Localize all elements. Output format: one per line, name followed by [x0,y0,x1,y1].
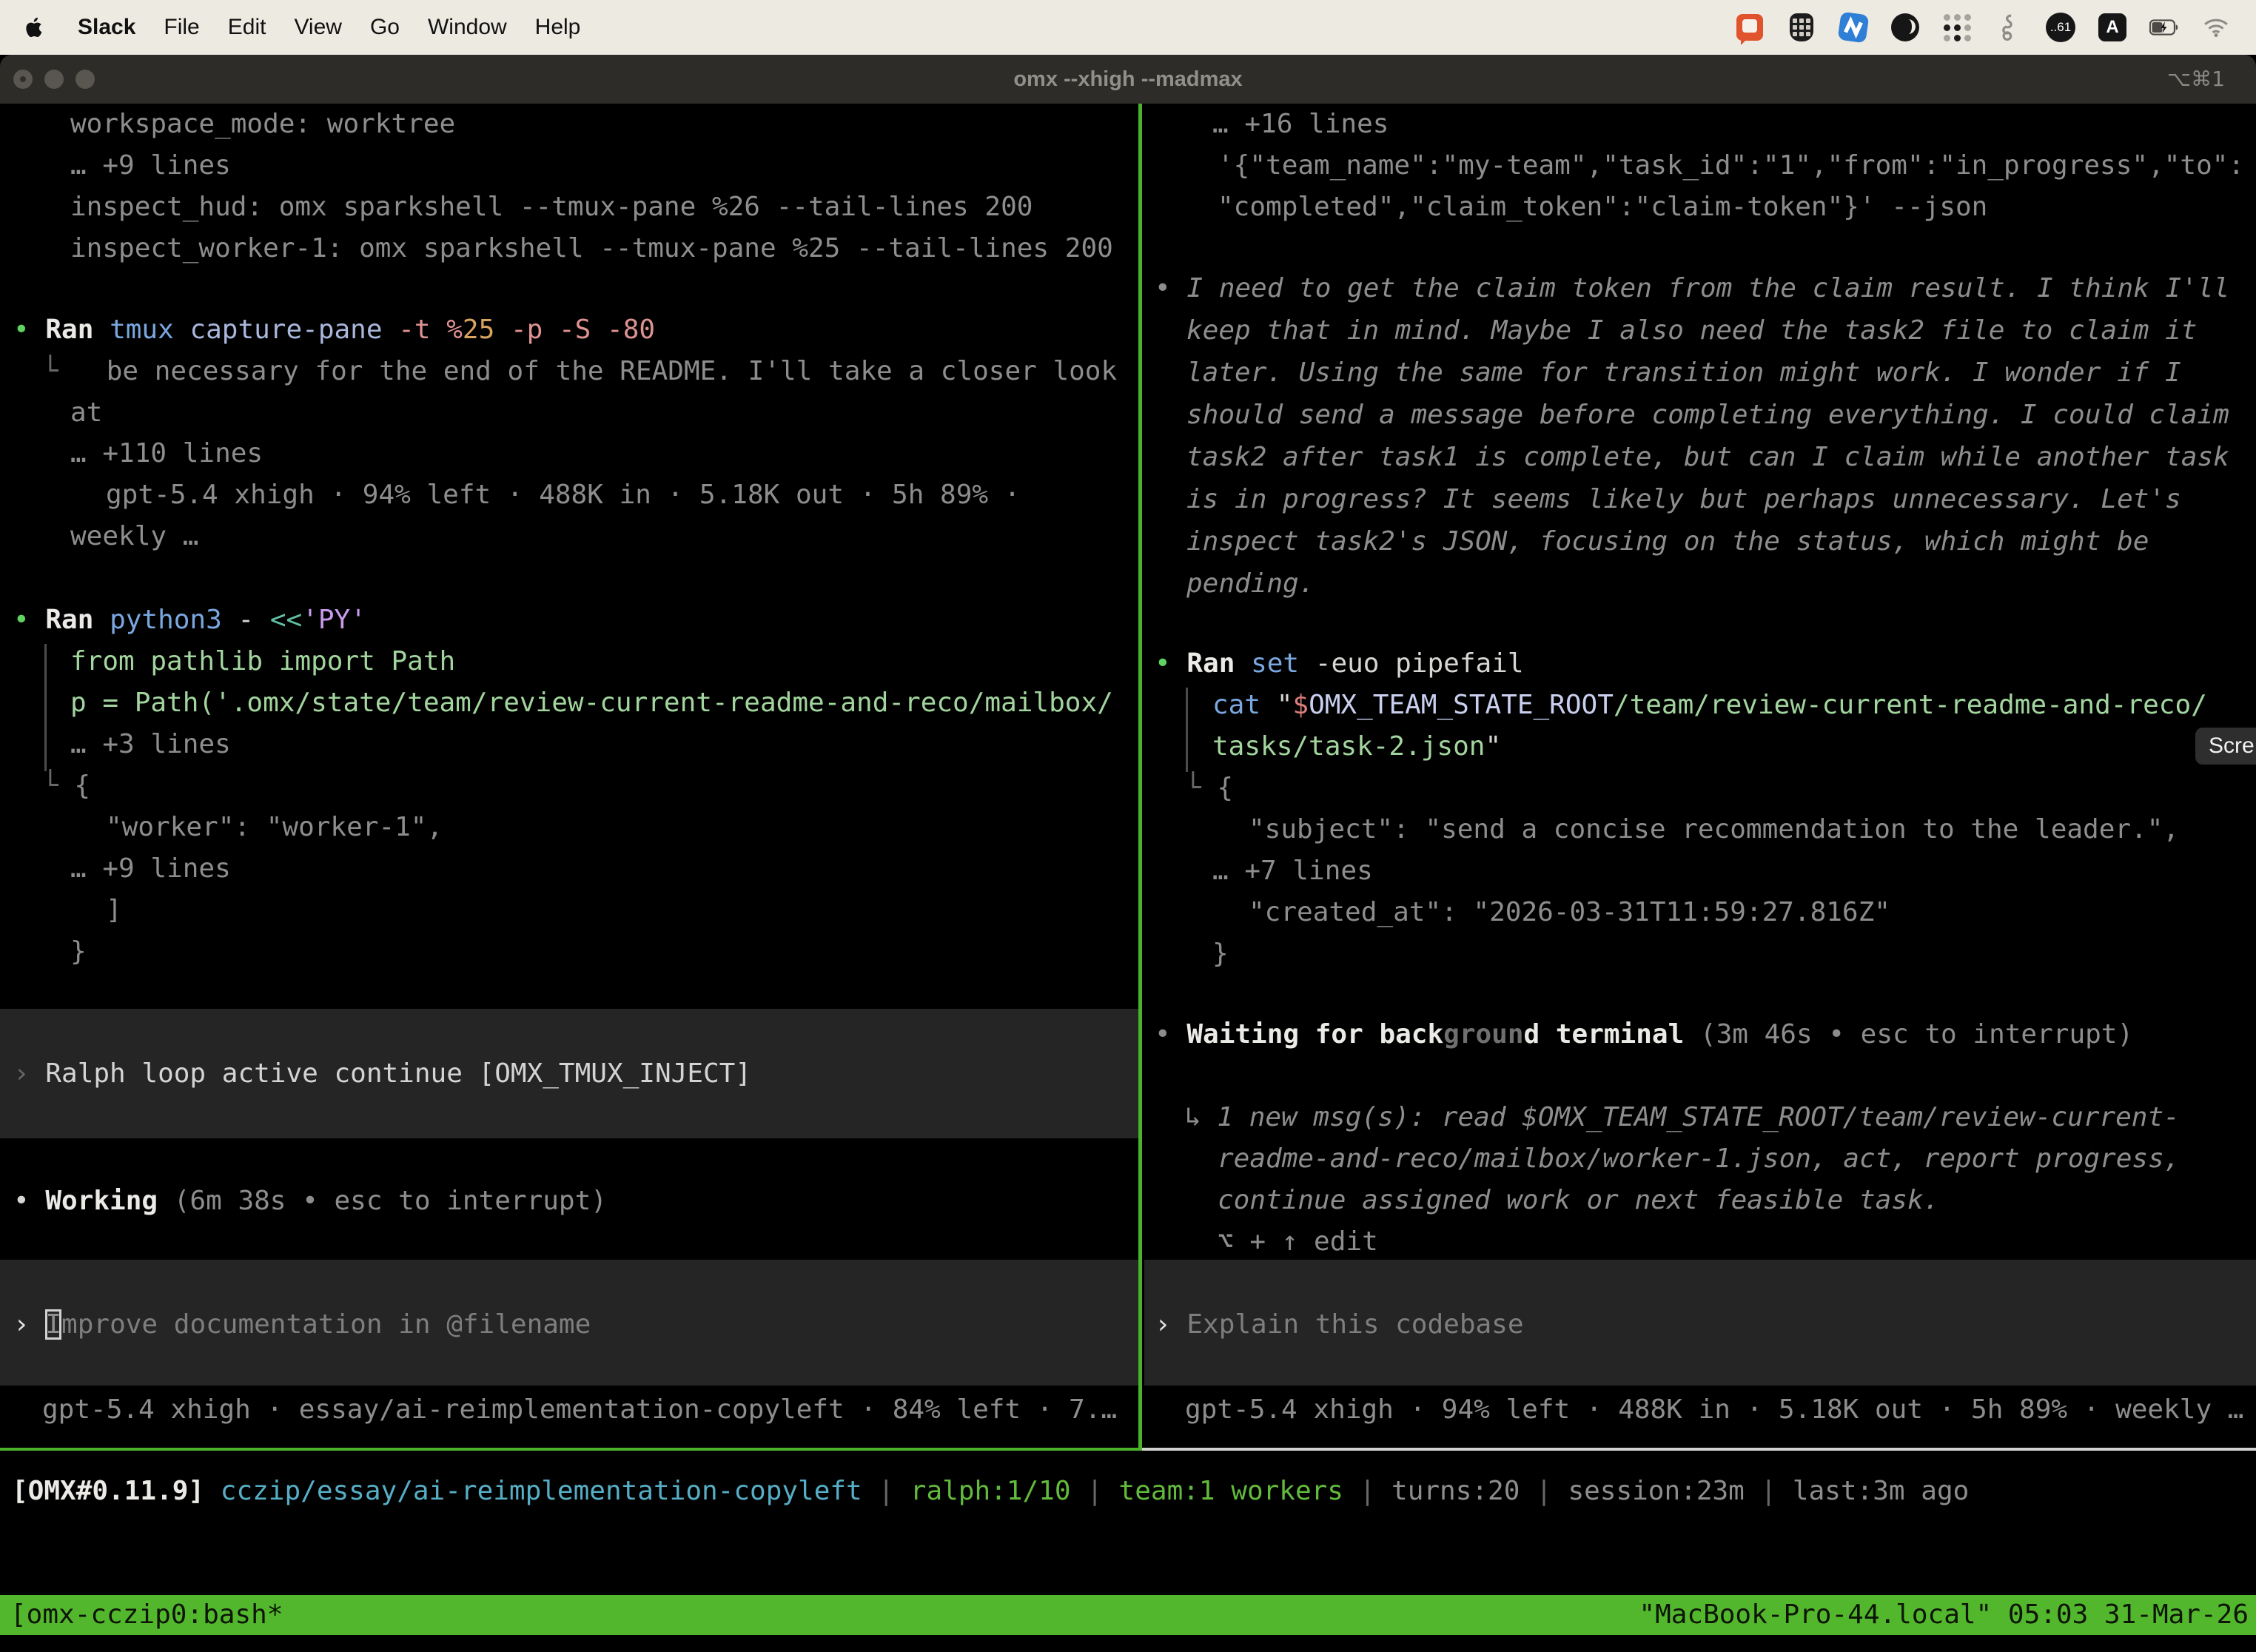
ran-python-command: • Ran python3 - <<'PY' [13,600,366,641]
waiting-status: • Waiting for background terminal (3m 46… [1155,1014,2133,1055]
left-pane-bottom-border [0,1448,1142,1451]
right-pane: … +16 lines '{"team_name":"my-team","tas… [1144,104,2256,1448]
json-output-line: "created_at": "2026-03-31T11:59:27.816Z" [1249,892,1890,933]
wifi-icon[interactable] [2201,13,2231,42]
menu-status-icons: ..61 A [1735,13,2231,42]
apple-menu-icon[interactable] [25,14,47,41]
prompt-input[interactable]: › Improve documentation in @filename [13,1304,591,1346]
code-block-gutter-line [44,644,47,771]
cat-command-line: tasks/task-2.json" [1212,726,1501,768]
zigzag-badge-icon[interactable] [1839,13,1868,42]
json-output-line: … +7 lines [1212,850,1373,892]
reasoning-line: pending. [1186,563,1315,605]
tmux-output-line: at [70,392,102,434]
json-output-line: └ { [1185,768,1233,809]
left-pane: workspace_mode: worktree … +9 lines insp… [0,104,1138,1448]
right-pane-bottom-border [1142,1448,2256,1451]
tmux-output-line: weekly … [70,516,198,557]
ran-set-command: • Ran set -euo pipefail [1155,643,1524,685]
menu-view[interactable]: View [280,15,355,40]
tmux-host-datetime: "MacBook-Pro-44.local" 05:03 31-Mar-26 [1639,1595,2256,1635]
menu-window[interactable]: Window [414,15,521,40]
window-title-bar: omx --xhigh --madmax ⌥⌘1 [0,55,2256,104]
pane-status-line: gpt-5.4 xhigh · essay/ai-reimplementatio… [42,1389,1117,1431]
python-output-line: } [70,931,87,973]
reasoning-line: later. Using the same for transition mig… [1186,352,2181,394]
log-line: inspect_worker-1: omx sparkshell --tmux-… [70,228,1113,269]
gauge-61-icon[interactable]: ..61 [2046,13,2075,42]
battery-icon[interactable] [2149,13,2179,42]
ran-tmux-command: • Ran tmux capture-pane -t %25 -p -S -80 [13,309,655,351]
shield-grid-icon[interactable] [1787,13,1816,42]
reasoning-line: task2 after task1 is complete, but can I… [1186,437,2229,478]
screen: Slack File Edit View Go Window Help [0,0,2256,1652]
menu-help[interactable]: Help [521,15,595,40]
tmux-status-bar: [omx-cczip0:bash* "MacBook-Pro-44.local"… [0,1595,2256,1635]
reasoning-line: keep that in mind. Maybe I also need the… [1186,310,2197,352]
code-block-gutter-line [1186,688,1188,772]
reasoning-line: is in progress? It seems likely but perh… [1186,479,2181,520]
chat-badge-icon[interactable] [1735,13,1765,42]
json-output-line: "subject": "send a concise recommendatio… [1249,809,2179,850]
window-shortcut-hint: ⌥⌘1 [2167,55,2225,104]
pane-divider[interactable] [1138,104,1142,1449]
tmux-session-window[interactable]: [omx-cczip0:bash* [0,1595,283,1635]
python-code-line: from pathlib import Path [70,641,455,682]
terminal: workspace_mode: worktree … +9 lines insp… [0,104,2256,1652]
reasoning-line: inspect task2's JSON, focusing on the st… [1186,521,2149,563]
mailbox-message-line: continue assigned work or next feasible … [1218,1180,1939,1221]
mailbox-message-line: ↳ 1 new msg(s): read $OMX_TEAM_STATE_ROO… [1185,1097,2180,1138]
log-line: inspect_hud: omx sparkshell --tmux-pane … [70,187,1033,228]
clipped-screenshot-tooltip[interactable]: Scre [2195,728,2256,765]
reasoning-line: should send a message before completing … [1186,394,2229,436]
window-title: omx --xhigh --madmax [0,55,2256,104]
crescent-circle-icon[interactable] [1890,13,1920,42]
dots-grid-icon[interactable] [1942,13,1972,42]
python-code-line: p = Path('.omx/state/team/review-current… [70,682,1113,724]
edit-shortcut-hint: ⌥ + ↑ edit [1218,1221,1378,1263]
tmux-output-line: … +110 lines [70,433,263,474]
mailbox-message-line: readme-and-reco/mailbox/worker-1.json, a… [1218,1138,2180,1180]
log-line: … +16 lines [1212,104,1389,145]
ralph-loop-banner: › Ralph loop active continue [OMX_TMUX_I… [13,1053,751,1095]
python-output-line: "worker": "worker-1", [106,807,443,848]
menu-edit[interactable]: Edit [214,15,281,40]
json-output-line: } [1212,933,1229,975]
cat-command-line: cat "$OMX_TEAM_STATE_ROOT/team/review-cu… [1212,685,2207,726]
menu-bar: Slack File Edit View Go Window Help [0,0,2256,55]
python-output-line: ] [106,890,122,931]
log-line: … +9 lines [70,145,231,187]
log-line: '{"team_name":"my-team","task_id":"1","f… [1218,145,2244,187]
log-line: "completed","claim_token":"claim-token"}… [1218,187,1987,228]
pane-status-line: gpt-5.4 xhigh · 94% left · 488K in · 5.1… [1185,1389,2243,1431]
tmux-output-line: └ be necessary for the end of the README… [42,351,1117,392]
tmux-output-line: gpt-5.4 xhigh · 94% left · 488K in · 5.1… [106,474,1020,516]
working-status: • Working (6m 38s • esc to interrupt) [13,1181,607,1222]
log-line: workspace_mode: worktree [70,104,455,145]
python-code-line: … +3 lines [70,724,231,765]
python-output-line: └ { [42,765,90,807]
menu-app-name[interactable]: Slack [64,15,150,40]
python-output-line: … +9 lines [70,848,231,890]
menu-go[interactable]: Go [356,15,414,40]
menu-file[interactable]: File [150,15,213,40]
omx-hud-status-line: [OMX#0.11.9] cczip/essay/ai-reimplementa… [12,1471,1969,1512]
reasoning-line: • I need to get the claim token from the… [1155,268,2229,309]
squiggle-icon[interactable] [1994,13,2024,42]
prompt-input[interactable]: › Explain this codebase [1155,1304,1524,1346]
input-source-icon[interactable]: A [2098,13,2127,42]
